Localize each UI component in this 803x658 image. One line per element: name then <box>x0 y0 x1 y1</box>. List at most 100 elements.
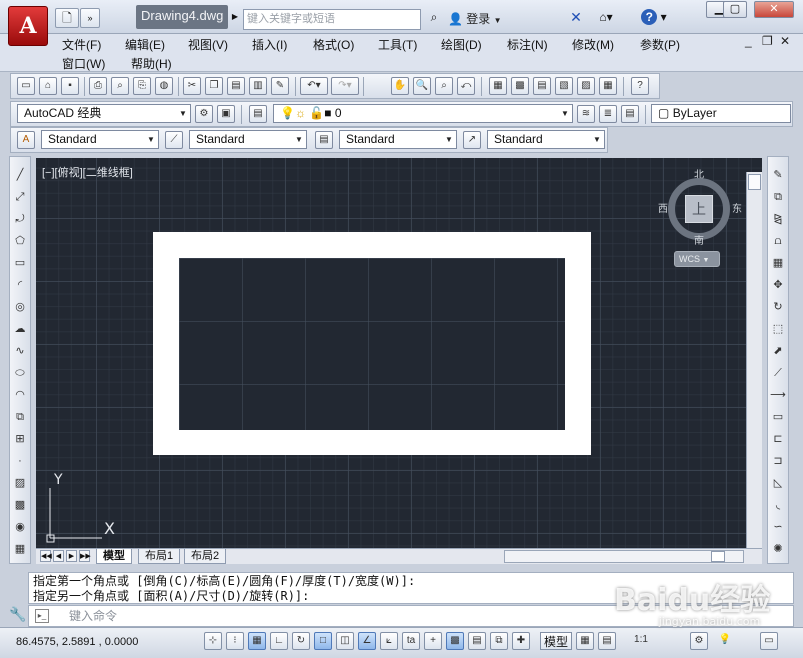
new-file-icon[interactable]: 🗋 <box>55 8 79 28</box>
sheet-set-icon[interactable]: ▧ <box>555 77 573 95</box>
wrench-icon[interactable]: 🔧 <box>8 602 28 626</box>
explode-icon[interactable]: ✺ <box>770 541 786 557</box>
layer-properties-icon[interactable]: ▤ <box>249 105 267 123</box>
redo-icon[interactable]: ↷▾ <box>331 77 359 95</box>
join-icon[interactable]: ⊐ <box>770 453 786 469</box>
horizontal-scrollbar[interactable] <box>504 550 744 563</box>
text-style-select[interactable]: Standard ▼ <box>41 130 159 149</box>
search-input[interactable]: 键入关键字或短语 <box>243 9 421 30</box>
line-icon[interactable]: ╱ <box>12 167 28 183</box>
next-tab-icon[interactable]: ▶ <box>66 550 77 562</box>
plot-icon[interactable]: ⎙ <box>89 77 107 95</box>
menu-edit[interactable]: 编辑(E) <box>125 36 165 53</box>
quick-properties-icon[interactable]: ▤ <box>468 632 486 650</box>
text-style-icon[interactable]: A <box>17 131 35 149</box>
layer-states-icon[interactable]: ▤ <box>621 105 639 123</box>
workspace-switching-icon[interactable]: ⚙ <box>690 632 708 650</box>
polyline-icon[interactable]: ⤾ <box>12 211 28 227</box>
zoom-realtime-icon[interactable]: 🔍 <box>413 77 431 95</box>
table-style-select[interactable]: Standard ▼ <box>339 130 457 149</box>
rectangle-shape-outer[interactable] <box>153 232 591 455</box>
scroll-thumb[interactable] <box>748 174 761 190</box>
paste-icon[interactable]: ▤ <box>227 77 245 95</box>
workspace-select[interactable]: AutoCAD 经典 ▼ <box>17 104 191 123</box>
tab-layout1[interactable]: 布局1 <box>138 549 181 564</box>
viewcube[interactable]: 北 西 东 南 上 WCS ▼ <box>658 166 742 276</box>
plot-preview-icon[interactable]: ⌕ <box>111 77 129 95</box>
region-icon[interactable]: ◉ <box>12 519 28 535</box>
scale-icon[interactable]: ⬚ <box>770 321 786 337</box>
blend-curves-icon[interactable]: ∽ <box>770 519 786 535</box>
3d-print-icon[interactable]: ◍ <box>155 77 173 95</box>
lineweight-icon[interactable]: + <box>424 632 442 650</box>
first-tab-icon[interactable]: ◀◀ <box>40 550 52 562</box>
autodesk-store-icon[interactable]: ⌂▾ <box>592 8 620 28</box>
point-icon[interactable]: · <box>12 453 28 469</box>
erase-icon[interactable]: ✎ <box>770 167 786 183</box>
spline-icon[interactable]: ∿ <box>12 343 28 359</box>
pan-icon[interactable]: ✋ <box>391 77 409 95</box>
menu-draw[interactable]: 绘图(D) <box>441 36 482 53</box>
insert-block-icon[interactable]: ⧉ <box>12 409 28 425</box>
match-properties-icon[interactable]: ▥ <box>249 77 267 95</box>
quick-view-layouts-icon[interactable]: ▦ <box>576 632 594 650</box>
hatch-icon[interactable]: ▨ <box>12 475 28 491</box>
rectangle-icon[interactable]: ▭ <box>12 255 28 271</box>
command-prompt-icon[interactable]: ▸_ <box>35 609 49 623</box>
workspace-settings-icon[interactable]: ⚙ <box>195 105 213 123</box>
arc-icon[interactable]: ◜ <box>12 277 28 293</box>
trim-icon[interactable]: ⟋ <box>770 365 786 381</box>
save-icon[interactable]: ▪ <box>61 77 79 95</box>
viewcube-top-face[interactable]: 上 <box>685 195 713 223</box>
move-icon[interactable]: ✥ <box>770 277 786 293</box>
dim-style-icon[interactable]: ⟋ <box>165 131 183 149</box>
wcs-menu[interactable]: WCS ▼ <box>674 251 720 267</box>
isolate-objects-icon[interactable]: 💡 <box>716 632 734 650</box>
annotation-monitor-icon[interactable]: ✚ <box>512 632 530 650</box>
construction-line-icon[interactable]: ⤢ <box>12 189 28 205</box>
stretch-icon[interactable]: ⬈ <box>770 343 786 359</box>
exchange-icon[interactable]: ✕ <box>566 8 586 28</box>
grid-display-icon[interactable]: ▦ <box>248 632 266 650</box>
dynamic-input-icon[interactable]: ta <box>402 632 420 650</box>
menu-modify[interactable]: 修改(M) <box>572 36 614 53</box>
menu-help[interactable]: 帮助(H) <box>131 55 172 72</box>
multileader-style-icon[interactable]: ↗ <box>463 131 481 149</box>
maximize-button[interactable]: ▢ <box>723 1 747 18</box>
menu-tools[interactable]: 工具(T) <box>378 36 417 53</box>
binoculars-icon[interactable]: ⌕ <box>424 8 444 28</box>
rotate-icon[interactable]: ↻ <box>770 299 786 315</box>
polygon-icon[interactable]: ⬠ <box>12 233 28 249</box>
menu-window[interactable]: 窗口(W) <box>62 55 105 72</box>
ortho-mode-icon[interactable]: ∟ <box>270 632 288 650</box>
help-button[interactable]: ? ▾ <box>638 8 670 28</box>
selection-cycling-icon[interactable]: ⧉ <box>490 632 508 650</box>
make-block-icon[interactable]: ⊞ <box>12 431 28 447</box>
new-icon[interactable]: ▭ <box>17 77 35 95</box>
copy-object-icon[interactable]: ⧉ <box>770 189 786 205</box>
quick-view-drawings-icon[interactable]: ▤ <box>598 632 616 650</box>
vertical-scrollbar[interactable] <box>746 172 762 548</box>
doc-restore-button[interactable]: ❐ <box>762 34 773 48</box>
menu-dimension[interactable]: 标注(N) <box>507 36 548 53</box>
undo-icon[interactable]: ↶▾ <box>300 77 328 95</box>
tab-layout2[interactable]: 布局2 <box>184 549 227 564</box>
model-space-button[interactable]: 模型 <box>540 632 572 650</box>
menu-insert[interactable]: 插入(I) <box>252 36 287 53</box>
zoom-previous-icon[interactable]: ⤺ <box>457 77 475 95</box>
break-icon[interactable]: ⊏ <box>770 431 786 447</box>
doc-minimize-button[interactable]: _ <box>745 34 752 48</box>
array-icon[interactable]: ▦ <box>770 255 786 271</box>
clean-screen-icon[interactable]: ▭ <box>760 632 778 650</box>
login-area[interactable]: 👤 登录 ▼ <box>448 10 502 27</box>
markup-icon[interactable]: ▨ <box>577 77 595 95</box>
properties-icon[interactable]: ▦ <box>489 77 507 95</box>
zoom-window-icon[interactable]: ⌕ <box>435 77 453 95</box>
menu-file[interactable]: 文件(F) <box>62 36 101 53</box>
copy-icon[interactable]: ❐ <box>205 77 223 95</box>
color-select[interactable]: ▢ ByLayer <box>651 104 791 123</box>
help-toolbar-icon[interactable]: ? <box>631 77 649 95</box>
mirror-icon[interactable]: ⧎ <box>770 211 786 227</box>
tab-model[interactable]: 模型 <box>96 549 132 564</box>
chamfer-icon[interactable]: ◺ <box>770 475 786 491</box>
